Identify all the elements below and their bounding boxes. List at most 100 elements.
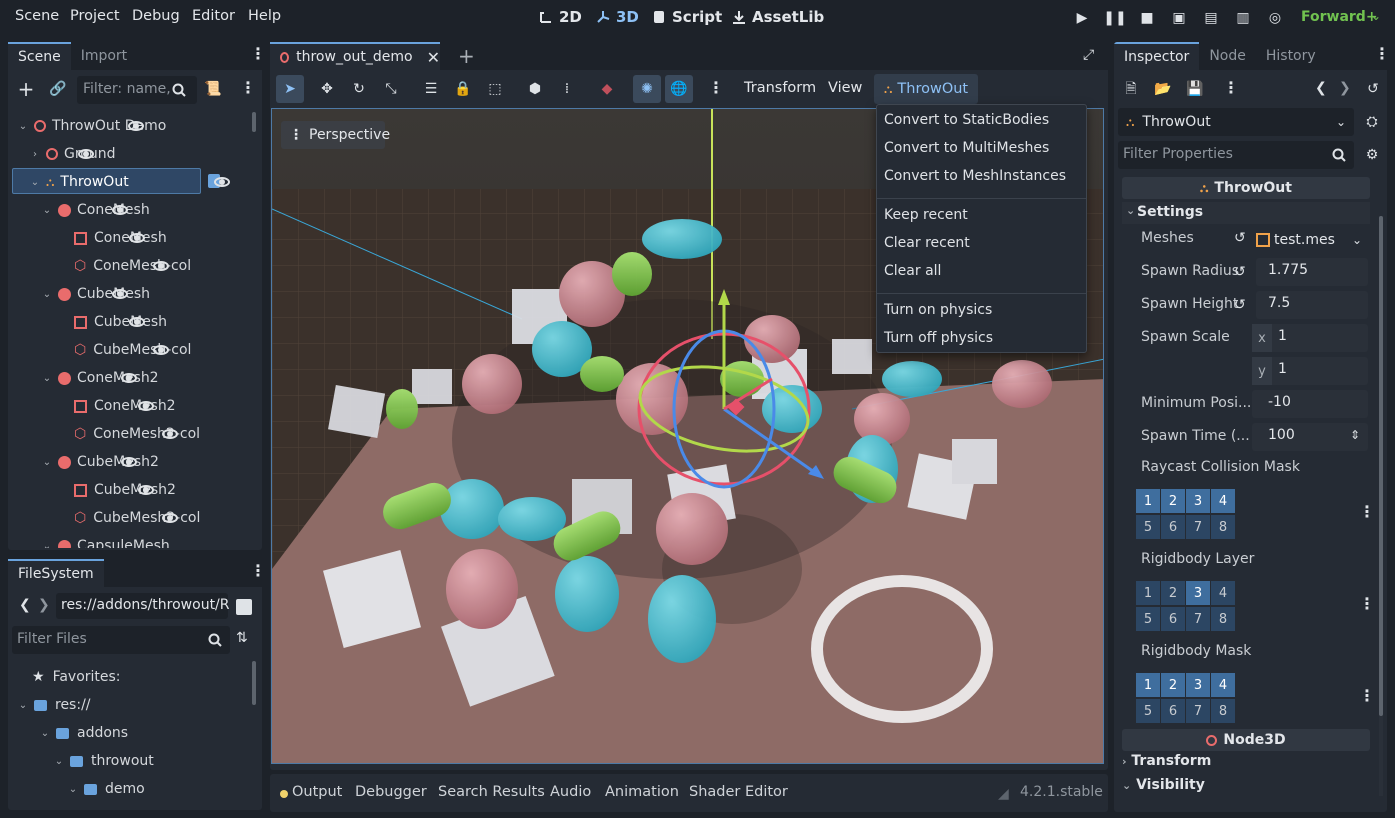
tab-debugger[interactable]: Debugger	[355, 784, 427, 800]
visibility-icon[interactable]	[120, 373, 137, 383]
link-icon[interactable]: 🔗	[48, 79, 68, 99]
layer-bit-8[interactable]: 8	[1211, 699, 1235, 723]
perspective-menu[interactable]: ⋮ Perspective	[281, 121, 390, 149]
menu-editor[interactable]: Editor	[192, 8, 235, 24]
meshes-resource-picker[interactable]: test.mes ⌄	[1256, 228, 1366, 252]
layer-bit-6[interactable]: 6	[1161, 515, 1185, 539]
workspace-assetlib-button[interactable]: AssetLib	[731, 8, 824, 26]
layer-bit-6[interactable]: 6	[1161, 699, 1185, 723]
folder-res[interactable]: ⌄ res://	[12, 691, 91, 719]
revert-icon[interactable]: ↺	[1234, 297, 1246, 313]
layer-bit-1[interactable]: 1	[1136, 581, 1160, 605]
layer-bit-3[interactable]: 3	[1186, 673, 1210, 697]
raycast-collision-mask-grid[interactable]: 1234 5678	[1136, 489, 1242, 545]
tree-node-cubemesh[interactable]: ⌄ CubeMesh	[12, 280, 150, 308]
history-forward-icon[interactable]: ❯	[1339, 80, 1351, 96]
visibility-icon[interactable]	[137, 401, 154, 411]
revert-icon[interactable]: ↺	[1234, 230, 1246, 246]
tree-node-conemesh-col[interactable]: ⬡ ConeMesh-col	[12, 252, 191, 280]
folder-demo[interactable]: ⌄ demo	[12, 775, 145, 803]
menu-item-convert-meshinstance[interactable]: Convert to MeshInstances	[884, 168, 1066, 184]
mask-menu-icon[interactable]: ⋮	[1359, 688, 1375, 704]
menu-help[interactable]: Help	[248, 8, 281, 24]
sun-icon[interactable]: ✺	[633, 75, 661, 103]
layer-bit-3[interactable]: 3	[1186, 581, 1210, 605]
layer-bit-4[interactable]: 4	[1211, 489, 1235, 513]
menu-transform[interactable]: Transform	[744, 80, 816, 96]
folder-addons[interactable]: ⌄ addons	[12, 719, 128, 747]
menu-scene[interactable]: Scene	[15, 8, 59, 24]
dock-menu-icon[interactable]: ⋮	[250, 46, 266, 62]
rotate-tool-icon[interactable]: ↻	[349, 79, 369, 99]
folder-throwout[interactable]: ⌄ throwout	[12, 747, 154, 775]
visibility-icon[interactable]	[112, 289, 129, 299]
tab-search-results[interactable]: Search Results	[438, 784, 545, 800]
tab-filesystem[interactable]: FileSystem	[8, 559, 104, 587]
tab-node[interactable]: Node	[1199, 42, 1256, 70]
dock-menu-icon[interactable]: ⋮	[250, 563, 266, 579]
tab-output[interactable]: Output	[292, 784, 342, 800]
scale-tool-icon[interactable]: ⤡	[381, 79, 401, 99]
spinner-icon[interactable]: ⇕	[1350, 428, 1360, 442]
tree-node-conemesh2-mesh[interactable]: ConeMesh2	[12, 392, 176, 420]
movie-maker-icon[interactable]: ◎	[1265, 8, 1285, 28]
list-select-icon[interactable]: ☰	[421, 79, 441, 99]
tree-node-conemesh-mesh[interactable]: ConeMesh	[12, 224, 167, 252]
visibility-icon[interactable]	[77, 149, 94, 159]
mask-menu-icon[interactable]: ⋮	[1359, 504, 1375, 520]
tab-audio[interactable]: Audio	[550, 784, 591, 800]
menu-item-convert-static[interactable]: Convert to StaticBodies	[884, 112, 1049, 128]
play-icon[interactable]: ▶	[1072, 8, 1092, 28]
layer-bit-1[interactable]: 1	[1136, 489, 1160, 513]
layer-bit-7[interactable]: 7	[1186, 515, 1210, 539]
filter-settings-icon[interactable]: ⚙	[1362, 145, 1382, 165]
snap-icon[interactable]: ⁞	[557, 79, 577, 99]
spawn-scale-x-field[interactable]: x 1	[1252, 324, 1368, 352]
preview-sun-icon[interactable]: ◆	[597, 79, 617, 99]
scene-filter-input[interactable]: Filter: name,	[77, 76, 197, 104]
save-icon[interactable]: 💾	[1185, 79, 1205, 99]
tree-node-ground[interactable]: › Ground	[12, 140, 116, 168]
remote-debug-icon[interactable]: ▣	[1169, 8, 1189, 28]
layer-bit-3[interactable]: 3	[1186, 489, 1210, 513]
layer-bit-7[interactable]: 7	[1186, 699, 1210, 723]
tree-node-cubemesh2-mesh[interactable]: CubeMesh2	[12, 476, 176, 504]
scrollbar[interactable]	[252, 661, 256, 705]
layer-bit-4[interactable]: 4	[1211, 581, 1235, 605]
layer-bit-2[interactable]: 2	[1161, 581, 1185, 605]
add-scene-icon[interactable]: +	[458, 44, 475, 68]
layout-toggle-icon[interactable]	[236, 599, 252, 615]
visibility-icon[interactable]	[111, 205, 128, 215]
layer-bit-6[interactable]: 6	[1161, 607, 1185, 631]
close-icon[interactable]: ✕	[427, 48, 440, 67]
history-back-icon[interactable]: ❮	[1315, 80, 1327, 96]
menu-item-convert-multimesh[interactable]: Convert to MultiMeshes	[884, 140, 1049, 156]
tree-node-cubemesh2[interactable]: ⌄ CubeMesh2	[12, 448, 159, 476]
tab-history[interactable]: History	[1256, 42, 1326, 70]
throwout-plugin-menu[interactable]: ⛬ ThrowOut	[874, 74, 978, 104]
tree-node-cubemesh2-col[interactable]: ⬡ CubeMesh2-col	[12, 504, 200, 532]
menu-item-clear-recent[interactable]: Clear recent	[884, 235, 970, 251]
spawn-scale-y-field[interactable]: y 1	[1252, 357, 1368, 385]
workspace-2d-button[interactable]: 2D	[538, 8, 582, 26]
pause-icon[interactable]: ❚❚	[1103, 8, 1126, 28]
menu-project[interactable]: Project	[70, 8, 120, 24]
visibility-icon[interactable]	[162, 429, 179, 439]
min-pos-field[interactable]: -10	[1252, 390, 1368, 418]
mask-menu-icon[interactable]: ⋮	[1359, 596, 1375, 612]
rigidbody-mask-grid[interactable]: 1234 5678	[1136, 673, 1242, 729]
resource-menu-icon[interactable]: ⋮	[1223, 80, 1239, 96]
tab-throw-out-demo[interactable]: throw_out_demo ✕	[270, 42, 440, 70]
tree-node-throwout-demo[interactable]: ⌄ ThrowOut Demo	[12, 112, 167, 140]
workspace-script-button[interactable]: Script	[651, 8, 722, 26]
layer-bit-8[interactable]: 8	[1211, 515, 1235, 539]
layer-bit-5[interactable]: 5	[1136, 607, 1160, 631]
visibility-icon[interactable]	[128, 233, 145, 243]
object-history-icon[interactable]: ↺	[1363, 79, 1383, 99]
tree-node-cubemesh-mesh[interactable]: CubeMesh	[12, 308, 167, 336]
group-icon[interactable]: ⬚	[485, 79, 505, 99]
select-tool-icon[interactable]: ➤	[276, 75, 304, 103]
toolbar-menu-icon[interactable]: ⋮	[708, 80, 724, 96]
distraction-free-icon[interactable]: ⤢	[1083, 47, 1094, 63]
play-scene-icon[interactable]: ▤	[1201, 8, 1221, 28]
